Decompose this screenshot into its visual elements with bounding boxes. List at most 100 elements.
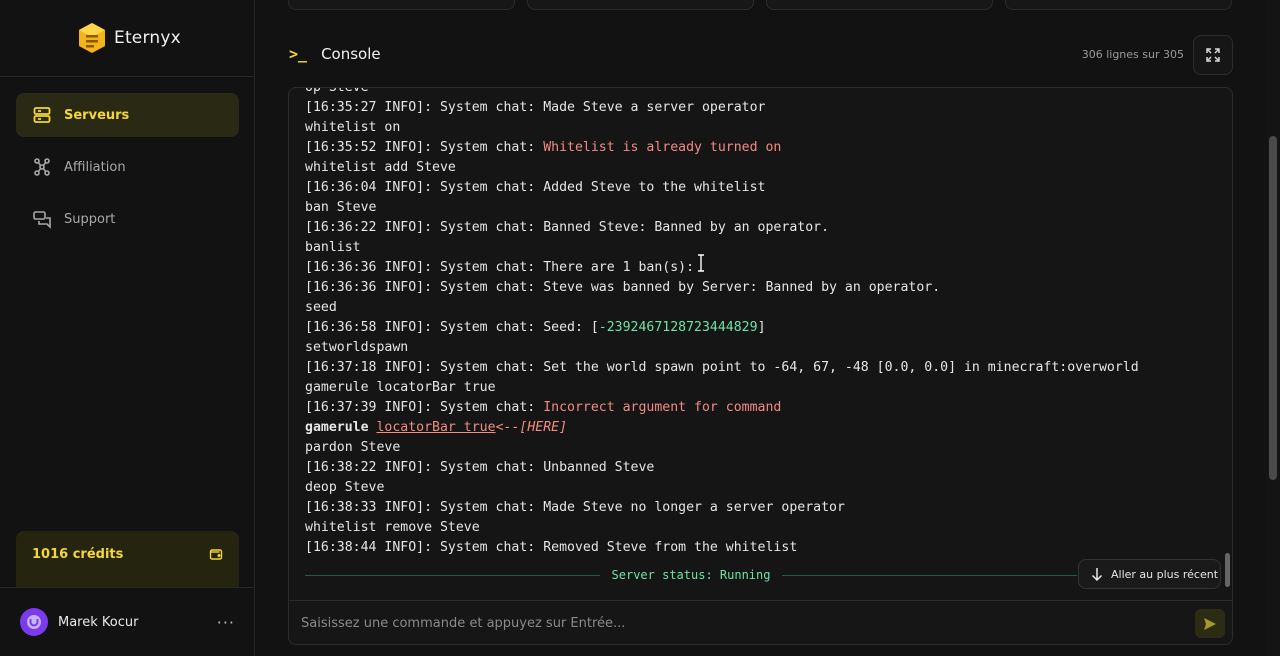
chat-bubbles-icon	[33, 211, 51, 229]
console-line-segment: Banned Steve: Banned by an operator.	[543, 220, 830, 235]
console-line-segment: locatorBar true	[376, 420, 496, 435]
console-line: [16:35:27 INFO]: System chat: Made Steve…	[305, 98, 1220, 118]
page-scrollbar-thumb[interactable]	[1269, 136, 1277, 480]
console-line: [16:38:44 INFO]: System chat: Removed St…	[305, 538, 1220, 558]
console-line: deop Steve	[305, 478, 1220, 498]
sidebar-item-support[interactable]: Support	[16, 197, 239, 241]
sidebar: Eternyx Serveurs Affiliation Support 101…	[0, 0, 255, 656]
divider	[305, 574, 600, 576]
stat-card	[288, 0, 515, 10]
console-line-segment: whitelist add Steve	[305, 160, 456, 175]
console-line-segment: There are 1 ban(s):	[543, 260, 695, 275]
scroll-to-latest-label: Aller au plus récent	[1111, 567, 1219, 581]
console-line-segment: [16:37:39 INFO]: System chat:	[305, 400, 544, 415]
console-line: op Steve	[305, 87, 1220, 98]
credits-card[interactable]: 1016 crédits	[16, 531, 239, 587]
credits-label: 1016 crédits	[32, 547, 124, 562]
command-input-bar	[288, 600, 1233, 645]
console-line: pardon Steve	[305, 438, 1220, 458]
console-line-segment: Made Steve a server operator	[543, 100, 766, 115]
console-line-segment: [16:36:58 INFO]: System chat:	[305, 320, 544, 335]
console-line-segment: Made Steve no longer a server operator	[543, 500, 845, 515]
console-line-segment: <--[HERE]	[495, 420, 568, 435]
console-line-segment: ban Steve	[305, 200, 377, 215]
text-cursor-icon	[698, 254, 704, 272]
user-profile[interactable]: Marek Kocur ···	[20, 608, 235, 636]
sidebar-item-affiliation[interactable]: Affiliation	[16, 145, 239, 189]
scroll-to-latest-button[interactable]: Aller au plus récent	[1078, 559, 1221, 589]
sidebar-item-serveurs[interactable]: Serveurs	[16, 93, 239, 137]
console-line-segment: Whitelist is already turned on	[543, 140, 782, 155]
console-header: >_ Console	[289, 45, 381, 63]
server-icon	[33, 107, 51, 123]
fullscreen-button[interactable]	[1193, 35, 1233, 75]
page-scrollbar[interactable]	[1266, 0, 1280, 656]
console-line: [16:37:39 INFO]: System chat: Incorrect …	[305, 398, 1220, 418]
stats-cards-row	[288, 0, 1233, 11]
console-line-segment: [16:36:22 INFO]: System chat:	[305, 220, 544, 235]
user-menu-button[interactable]: ···	[217, 613, 235, 632]
console-line-segment: -2392467128723444829	[598, 320, 758, 335]
console-line: whitelist on	[305, 118, 1220, 138]
console-line: [16:38:33 INFO]: System chat: Made Steve…	[305, 498, 1220, 518]
server-status: Server status: Running	[611, 568, 771, 582]
console-line-segment: gamerule	[305, 420, 377, 435]
console-line: gamerule locatorBar true	[305, 378, 1220, 398]
console-line-segment: [16:36:04 INFO]: System chat:	[305, 180, 544, 195]
console-line: seed	[305, 298, 1220, 318]
app-name: Eternyx	[114, 28, 181, 48]
stat-card	[1005, 0, 1232, 10]
console-output[interactable]: op Steve [16:35:27 INFO]: System chat: Ma…	[288, 87, 1233, 600]
console-line-segment: [16:35:52 INFO]: System chat:	[305, 140, 544, 155]
stat-card	[766, 0, 993, 10]
console-line-segment: gamerule locatorBar true	[305, 380, 496, 395]
console-line: whitelist remove Steve	[305, 518, 1220, 538]
console-line: [16:36:36 INFO]: System chat: There are …	[305, 258, 1220, 278]
console-line-segment: Incorrect argument for command	[543, 400, 782, 415]
app-logo[interactable]: Eternyx	[78, 22, 181, 54]
console-line-segment: [16:38:33 INFO]: System chat:	[305, 500, 544, 515]
console-line-segment: pardon Steve	[305, 440, 401, 455]
console-line-segment: banlist	[305, 240, 361, 255]
console-line-segment: Removed Steve from the whitelist	[543, 540, 798, 555]
console-line-segment: [16:36:36 INFO]: System chat:	[305, 280, 544, 295]
logo-icon	[79, 23, 105, 53]
console-line-segment: [16:36:36 INFO]: System chat:	[305, 260, 544, 275]
sidebar-item-label: Affiliation	[64, 159, 126, 175]
console-line-segment: Steve was banned by Server: Banned by an…	[543, 280, 941, 295]
send-button[interactable]	[1195, 609, 1225, 638]
console-line: [16:36:58 INFO]: System chat: Seed: [-23…	[305, 318, 1220, 338]
console-line-segment: seed	[305, 300, 337, 315]
console-line-segment: deop Steve	[305, 480, 385, 495]
divider	[0, 76, 255, 77]
sidebar-nav: Serveurs Affiliation Support	[16, 93, 239, 249]
console-line: [16:36:22 INFO]: System chat: Banned Ste…	[305, 218, 1220, 238]
console-line-segment: setworldspawn	[305, 340, 409, 355]
console-log: op Steve [16:35:27 INFO]: System chat: Ma…	[305, 87, 1220, 558]
console-line-segment: whitelist on	[305, 120, 401, 135]
console-line-segment: [16:38:22 INFO]: System chat:	[305, 460, 544, 475]
console-line: [16:37:18 INFO]: System chat: Set the wo…	[305, 358, 1220, 378]
send-icon	[1204, 617, 1216, 630]
console-line: [16:36:04 INFO]: System chat: Added Stev…	[305, 178, 1220, 198]
user-name: Marek Kocur	[58, 614, 139, 630]
console-line-segment: ]	[757, 320, 766, 335]
share-nodes-icon	[34, 158, 50, 176]
arrow-down-icon	[1091, 568, 1103, 581]
console-line: [16:35:52 INFO]: System chat: Whitelist …	[305, 138, 1220, 158]
lines-count: 306 lignes sur 305	[1081, 48, 1184, 61]
console-line-segment: op Steve	[305, 87, 369, 95]
console-line: ban Steve	[305, 198, 1220, 218]
command-input[interactable]	[301, 611, 1181, 635]
console-scrollbar[interactable]	[1225, 553, 1230, 587]
sidebar-item-label: Support	[64, 211, 116, 227]
console-line: setworldspawn	[305, 338, 1220, 358]
console-line: whitelist add Steve	[305, 158, 1220, 178]
sidebar-item-label: Serveurs	[64, 107, 130, 123]
console-line: banlist	[305, 238, 1220, 258]
divider	[0, 587, 255, 588]
console-title: Console	[321, 45, 381, 63]
console-line-segment: [16:37:18 INFO]: System chat:	[305, 360, 544, 375]
console-line-segment: Set the world spawn point to -64, 67, -4…	[543, 360, 1139, 375]
console-line: gamerule locatorBar true<--[HERE]	[305, 418, 1220, 438]
